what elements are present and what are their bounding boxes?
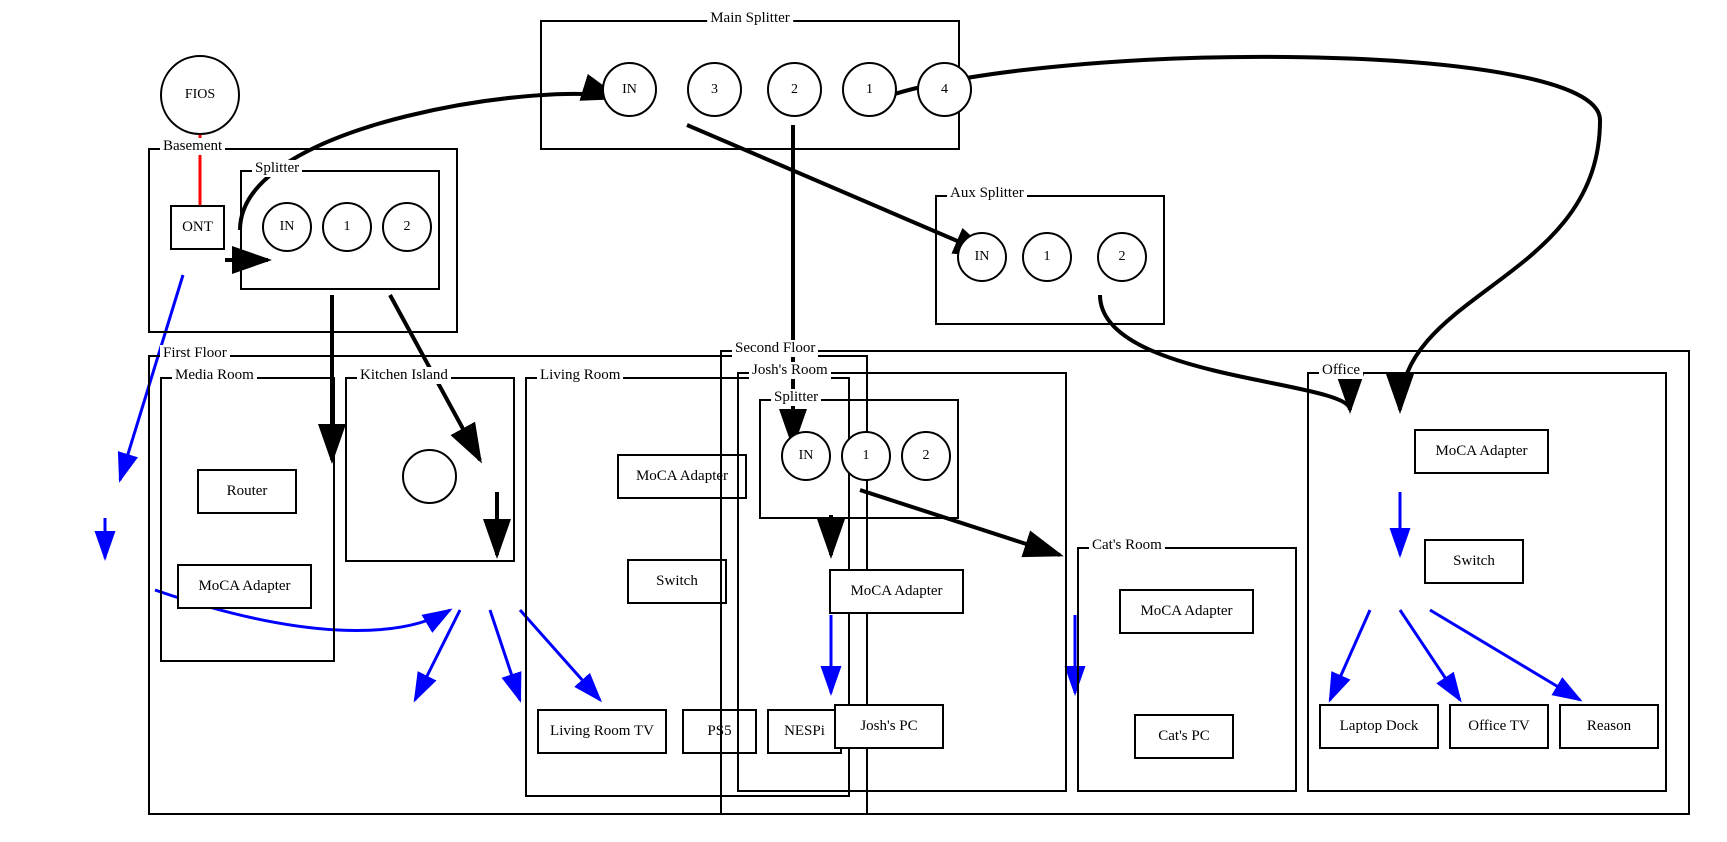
laptop-dock-node: Laptop Dock	[1319, 704, 1439, 749]
josh-pc-label: Josh's PC	[860, 718, 917, 735]
main-3-label: 3	[711, 82, 718, 98]
basement-2-label: 2	[404, 219, 411, 235]
first-floor-label: First Floor	[160, 345, 230, 362]
josh-2-label: 2	[923, 448, 930, 464]
switch-living-node: Switch	[627, 559, 727, 604]
aux-in-label: IN	[975, 249, 990, 265]
basement-splitter-region: Splitter IN 1 2	[240, 170, 440, 290]
second-floor-label: Second Floor	[732, 340, 818, 357]
basement-2: 2	[382, 202, 432, 252]
moca-office-node: MoCA Adapter	[1414, 429, 1549, 474]
router-node: Router	[197, 469, 297, 514]
office-region: Office MoCA Adapter Switch Laptop Dock O…	[1307, 372, 1667, 792]
living-room-label: Living Room	[537, 367, 623, 384]
aux-1: 1	[1022, 232, 1072, 282]
fios-node: FIOS	[160, 55, 240, 135]
main-in: IN	[602, 62, 657, 117]
josh-pc-node: Josh's PC	[834, 704, 944, 749]
moca-media-label: MoCA Adapter	[198, 578, 290, 595]
network-diagram: FIOS Main Splitter IN 3 2 1 4 Basement S…	[0, 0, 1727, 842]
moca-media-node: MoCA Adapter	[177, 564, 312, 609]
living-tv-node: Living Room TV	[537, 709, 667, 754]
ont-node: ONT	[170, 205, 225, 250]
office-label: Office	[1319, 362, 1363, 379]
josh-room-label: Josh's Room	[749, 362, 831, 379]
aux-1-label: 1	[1044, 249, 1051, 265]
cat-pc-node: Cat's PC	[1134, 714, 1234, 759]
main-2: 2	[767, 62, 822, 117]
ont-label: ONT	[182, 219, 213, 236]
basement-splitter-label: Splitter	[252, 160, 302, 177]
fios-label: FIOS	[185, 87, 215, 103]
josh-splitter-label: Splitter	[771, 389, 821, 406]
josh-in-label: IN	[799, 448, 814, 464]
cat-pc-label: Cat's PC	[1158, 728, 1209, 745]
main-3: 3	[687, 62, 742, 117]
basement-in: IN	[262, 202, 312, 252]
reason-node: Reason	[1559, 704, 1659, 749]
main-4: 4	[917, 62, 972, 117]
main-in-label: IN	[622, 82, 637, 98]
office-tv-node: Office TV	[1449, 704, 1549, 749]
main-splitter-label: Main Splitter	[707, 10, 793, 27]
josh-1-label: 1	[863, 448, 870, 464]
laptop-dock-label: Laptop Dock	[1340, 718, 1419, 735]
josh-in: IN	[781, 431, 831, 481]
switch-office-label: Switch	[1453, 553, 1495, 570]
kitchen-island-label: Kitchen Island	[357, 367, 451, 384]
aux-splitter-region: Aux Splitter IN 1 2	[935, 195, 1165, 325]
moca-office-label: MoCA Adapter	[1435, 443, 1527, 460]
aux-in: IN	[957, 232, 1007, 282]
media-room-region: Media Room Router MoCA Adapter	[160, 377, 335, 662]
basement-region: Basement Splitter IN 1 2 ONT	[148, 148, 458, 333]
switch-living-label: Switch	[656, 573, 698, 590]
reason-label: Reason	[1587, 718, 1631, 735]
moca-living-label: MoCA Adapter	[636, 468, 728, 485]
main-1: 1	[842, 62, 897, 117]
basement-1-label: 1	[344, 219, 351, 235]
josh-room-region: Josh's Room Splitter IN 1 2 MoCA Adapter…	[737, 372, 1067, 792]
moca-cat-label: MoCA Adapter	[1140, 603, 1232, 620]
main-splitter-region: Main Splitter IN 3 2 1 4	[540, 20, 960, 150]
aux-2-label: 2	[1119, 249, 1126, 265]
router-label: Router	[227, 483, 268, 500]
second-floor-region: Second Floor Josh's Room Splitter IN 1 2…	[720, 350, 1690, 815]
moca-josh-node: MoCA Adapter	[829, 569, 964, 614]
moca-cat-node: MoCA Adapter	[1119, 589, 1254, 634]
office-tv-label: Office TV	[1468, 718, 1530, 735]
living-tv-label: Living Room TV	[550, 723, 654, 740]
cats-room-label: Cat's Room	[1089, 537, 1165, 554]
cats-room-region: Cat's Room MoCA Adapter Cat's PC	[1077, 547, 1297, 792]
main-4-label: 4	[941, 82, 948, 98]
josh-1: 1	[841, 431, 891, 481]
kitchen-island-region: Kitchen Island	[345, 377, 515, 562]
aux-2: 2	[1097, 232, 1147, 282]
aux-splitter-label: Aux Splitter	[947, 185, 1027, 202]
media-room-label: Media Room	[172, 367, 257, 384]
josh-2: 2	[901, 431, 951, 481]
switch-office-node: Switch	[1424, 539, 1524, 584]
main-1-label: 1	[866, 82, 873, 98]
moca-josh-label: MoCA Adapter	[850, 583, 942, 600]
main-2-label: 2	[791, 82, 798, 98]
josh-splitter-region: Splitter IN 1 2	[759, 399, 959, 519]
kitchen-circle	[402, 449, 457, 504]
basement-1: 1	[322, 202, 372, 252]
basement-label: Basement	[160, 138, 225, 155]
basement-in-label: IN	[280, 219, 295, 235]
